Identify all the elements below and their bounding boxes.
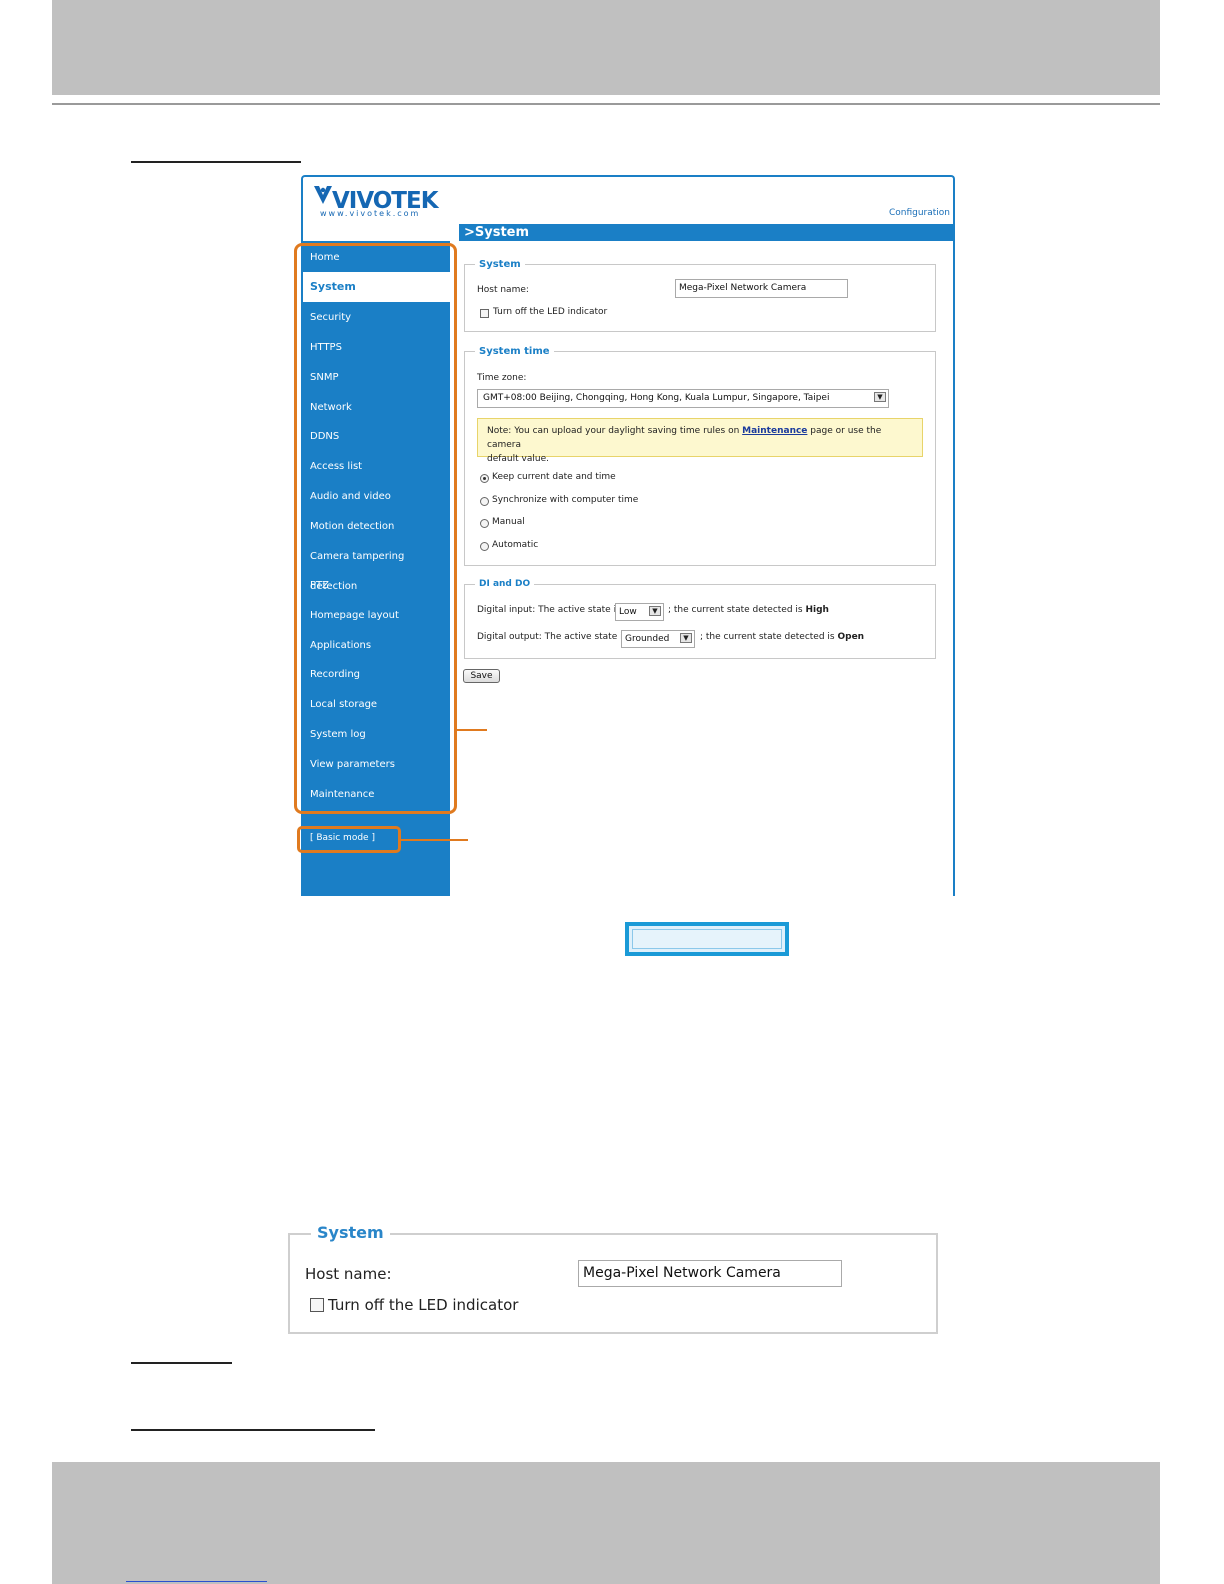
- time-zone-select[interactable]: GMT+08:00 Beijing, Chongqing, Hong Kong,…: [477, 389, 889, 408]
- note-text: Note: You can upload your daylight savin…: [487, 426, 740, 436]
- digital-input-select[interactable]: Low ▼: [615, 603, 664, 621]
- digital-input-state-text: ; the current state detected is: [668, 605, 803, 615]
- basic-mode-callout-line: [401, 839, 468, 841]
- system-time-legend: System time: [475, 346, 554, 357]
- digital-output-value: Grounded: [625, 634, 670, 644]
- menu-highlight-box: [294, 243, 457, 814]
- vivotek-logo: VIVOTEK www.vivotek.com: [312, 182, 439, 218]
- page-title: >System: [459, 224, 954, 241]
- zoom-led-checkbox[interactable]: [310, 1298, 324, 1312]
- digital-input-state-label: ; the current state detected is High: [668, 605, 829, 615]
- note-text-line2: default value.: [487, 454, 549, 464]
- led-checkbox[interactable]: [480, 309, 489, 318]
- digital-output-state-label: ; the current state detected is Open: [700, 632, 864, 642]
- radio-sync-computer-label: Synchronize with computer time: [492, 495, 639, 505]
- chevron-down-icon[interactable]: ▼: [649, 606, 661, 616]
- di-do-fieldset: [464, 584, 936, 659]
- time-zone-label: Time zone:: [477, 373, 527, 383]
- radio-manual[interactable]: [480, 519, 489, 528]
- callout-box-inner: [632, 929, 782, 949]
- callout-box: [625, 922, 789, 956]
- digital-input-value: Low: [619, 607, 637, 617]
- system-legend: System: [475, 259, 525, 270]
- zoom-host-name-input[interactable]: Mega-Pixel Network Camera: [578, 1260, 842, 1287]
- dst-note: Note: You can upload your daylight savin…: [477, 418, 923, 464]
- time-zone-value: GMT+08:00 Beijing, Chongqing, Hong Kong,…: [483, 393, 830, 403]
- radio-automatic-label: Automatic: [492, 540, 539, 550]
- radio-sync-computer[interactable]: [480, 497, 489, 506]
- radio-keep-current[interactable]: [480, 474, 489, 483]
- chevron-down-icon[interactable]: ▼: [874, 392, 886, 402]
- host-name-input[interactable]: Mega-Pixel Network Camera: [675, 279, 848, 298]
- zoom-led-label: Turn off the LED indicator: [328, 1296, 519, 1314]
- digital-input-label: Digital input: The active state is: [477, 605, 621, 615]
- section-heading-underline: [131, 1362, 232, 1364]
- di-do-legend: DI and DO: [475, 579, 535, 589]
- footer-band: [52, 1462, 1160, 1584]
- logo-url: www.vivotek.com: [320, 209, 421, 218]
- menu-callout-line: [457, 729, 487, 731]
- digital-output-state: Open: [837, 632, 865, 642]
- footer-link-underline: [126, 1581, 267, 1582]
- zoom-host-name-label: Host name:: [305, 1265, 392, 1283]
- digital-output-select[interactable]: Grounded ▼: [621, 630, 695, 648]
- basic-mode-highlight-box: [297, 826, 401, 853]
- header-band: [52, 0, 1160, 95]
- led-label: Turn off the LED indicator: [493, 307, 608, 317]
- section-heading-underline: [131, 161, 301, 163]
- chevron-down-icon[interactable]: ▼: [680, 633, 692, 643]
- configuration-link[interactable]: Configuration: [880, 208, 950, 218]
- logo-mark-icon: [314, 186, 332, 204]
- section-heading-underline: [131, 1429, 375, 1431]
- system-fieldset: [464, 264, 936, 332]
- digital-output-label: Digital output: The active state is: [477, 632, 628, 642]
- radio-keep-current-label: Keep current date and time: [492, 472, 616, 482]
- zoom-system-legend: System: [311, 1223, 390, 1242]
- radio-automatic[interactable]: [480, 542, 489, 551]
- radio-manual-label: Manual: [492, 517, 525, 527]
- header-rule: [52, 103, 1160, 105]
- save-button[interactable]: Save: [463, 669, 500, 683]
- host-name-label: Host name:: [477, 285, 529, 295]
- digital-output-state-text: ; the current state detected is: [700, 632, 835, 642]
- maintenance-link[interactable]: Maintenance: [742, 426, 807, 436]
- digital-input-state: High: [805, 605, 829, 615]
